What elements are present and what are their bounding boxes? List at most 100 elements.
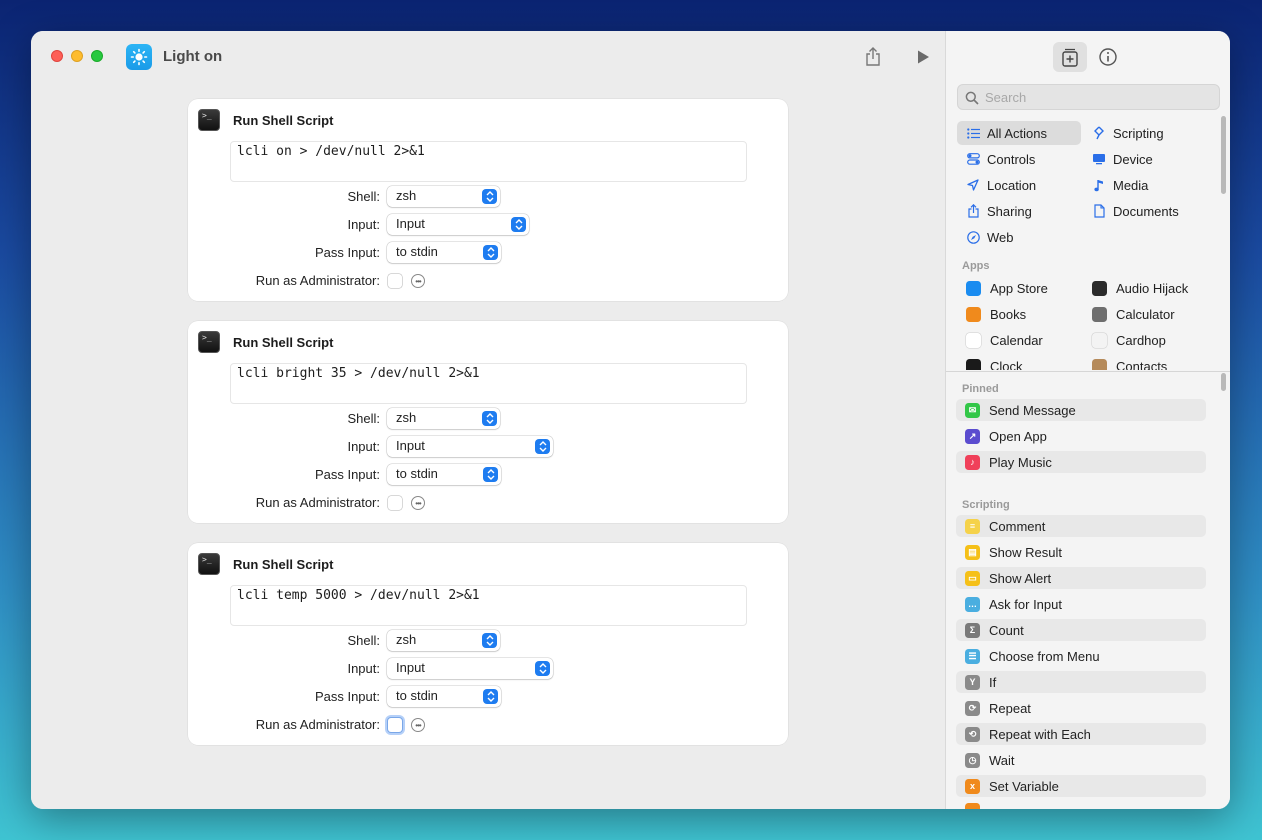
repeat-icon: ⟳ — [965, 700, 980, 716]
run-as-admin-checkbox[interactable] — [388, 718, 402, 732]
action-send-message[interactable]: ✉ Send Message — [956, 399, 1206, 421]
add-action-tab-icon[interactable] — [1053, 42, 1087, 72]
compass-icon — [966, 230, 980, 244]
actions-overflow-clip — [956, 801, 1206, 809]
app-item[interactable]: Cardhop — [1083, 328, 1207, 352]
terminal-icon: >_ — [198, 553, 220, 575]
shortcut-title[interactable]: Light on — [163, 48, 222, 65]
run-as-admin-label: Run as Administrator: — [255, 495, 380, 510]
category-media[interactable]: Media — [1083, 173, 1207, 197]
action-if[interactable]: Y If — [956, 671, 1206, 693]
category-web[interactable]: Web — [957, 225, 1081, 249]
category-controls[interactable]: Controls — [957, 147, 1081, 171]
action-ask-for-input[interactable]: … Ask for Input — [956, 593, 1206, 615]
app-item[interactable]: App Store — [957, 276, 1081, 300]
pinned-header: Pinned — [962, 383, 999, 395]
ellipsis-icon[interactable]: ••• — [411, 274, 425, 288]
info-icon[interactable] — [1091, 42, 1125, 72]
script-editor[interactable]: lcli temp 5000 > /dev/null 2>&1 — [230, 585, 747, 626]
action-set-variable[interactable]: x Set Variable — [956, 775, 1206, 797]
category-all-actions[interactable]: All Actions — [957, 121, 1081, 145]
action-show-alert[interactable]: ▭ Show Alert — [956, 567, 1206, 589]
share-icon[interactable] — [861, 45, 885, 69]
app-item[interactable]: Calculator — [1083, 302, 1207, 326]
action-play-music[interactable]: ♪ Play Music — [956, 451, 1206, 473]
app-item[interactable]: Calendar — [957, 328, 1081, 352]
calculator-icon — [1092, 306, 1107, 322]
shell-value: zsh — [396, 632, 417, 647]
action-repeat-with-each[interactable]: ⟲ Repeat with Each — [956, 723, 1206, 745]
actions-scrollbar[interactable] — [1221, 373, 1226, 391]
app-item[interactable]: Books — [957, 302, 1081, 326]
pass-input-popup[interactable]: to stdin — [387, 464, 501, 485]
action-title: Run Shell Script — [233, 335, 334, 350]
open-app-icon: ↗ — [965, 428, 980, 444]
zoom-window-button[interactable] — [91, 50, 103, 62]
ellipsis-icon[interactable]: ••• — [411, 496, 425, 510]
play-icon[interactable] — [911, 45, 935, 69]
shell-popup[interactable]: zsh — [387, 408, 500, 429]
action-card-run-shell-script[interactable]: >_ Run Shell Script lcli on > /dev/null … — [188, 99, 788, 301]
calendar-icon — [966, 332, 981, 348]
action-show-result[interactable]: ▤ Show Result — [956, 541, 1206, 563]
input-popup[interactable]: Input — [387, 658, 553, 679]
category-sharing[interactable]: Sharing — [957, 199, 1081, 223]
pass-input-popup[interactable]: to stdin — [387, 686, 501, 707]
sidebar-divider — [946, 371, 1230, 372]
action-open-app[interactable]: ↗ Open App — [956, 425, 1206, 447]
input-value: Input — [396, 216, 425, 231]
input-value: Input — [396, 438, 425, 453]
search-field[interactable]: Search — [957, 84, 1220, 110]
variable-icon — [965, 803, 980, 809]
timer-icon: ◷ — [965, 752, 980, 768]
category-device[interactable]: Device — [1083, 147, 1207, 171]
category-scripting[interactable]: Scripting — [1083, 121, 1207, 145]
chevron-updown-icon — [511, 217, 526, 232]
script-editor[interactable]: lcli on > /dev/null 2>&1 — [230, 141, 747, 182]
pass-input-label: Pass Input: — [314, 689, 380, 704]
pass-input-popup[interactable]: to stdin — [387, 242, 501, 263]
app-item[interactable]: Contacts — [1083, 354, 1207, 370]
category-location[interactable]: Location — [957, 173, 1081, 197]
pass-input-label: Pass Input: — [314, 467, 380, 482]
action-choose-from-menu[interactable]: ☰ Choose from Menu — [956, 645, 1206, 667]
shell-label: Shell: — [347, 411, 380, 426]
ellipsis-icon[interactable]: ••• — [411, 718, 425, 732]
script-editor[interactable]: lcli bright 35 > /dev/null 2>&1 — [230, 363, 747, 404]
action-card-run-shell-script[interactable]: >_ Run Shell Script lcli bright 35 > /de… — [188, 321, 788, 523]
comment-icon: ≡ — [965, 518, 980, 534]
alert-icon: ▭ — [965, 570, 980, 586]
action-comment[interactable]: ≡ Comment — [956, 515, 1206, 537]
terminal-icon: >_ — [198, 109, 220, 131]
run-as-admin-checkbox[interactable] — [388, 274, 402, 288]
app-item[interactable]: Audio Hijack — [1083, 276, 1207, 300]
action-library-sidebar: Search All Actions Scripting Controls De… — [945, 31, 1230, 809]
action-card-run-shell-script[interactable]: >_ Run Shell Script lcli temp 5000 > /de… — [188, 543, 788, 745]
apps-header: Apps — [962, 260, 990, 272]
shell-popup[interactable]: zsh — [387, 630, 500, 651]
minimize-window-button[interactable] — [71, 50, 83, 62]
sun-icon[interactable] — [126, 44, 152, 70]
app-item[interactable]: Clock — [957, 354, 1081, 370]
shell-label: Shell: — [347, 633, 380, 648]
device-icon — [1092, 152, 1106, 166]
shell-popup[interactable]: zsh — [387, 186, 500, 207]
action-wait[interactable]: ◷ Wait — [956, 749, 1206, 771]
pass-input-label: Pass Input: — [314, 245, 380, 260]
action-repeat[interactable]: ⟳ Repeat — [956, 697, 1206, 719]
share-icon — [966, 204, 980, 218]
action-count[interactable]: Σ Count — [956, 619, 1206, 641]
pass-input-value: to stdin — [396, 688, 438, 703]
categories-scrollbar[interactable] — [1221, 116, 1226, 194]
category-documents[interactable]: Documents — [1083, 199, 1207, 223]
message-icon: ✉ — [965, 402, 980, 418]
run-as-admin-checkbox[interactable] — [388, 496, 402, 510]
ask-input-icon: … — [965, 596, 980, 612]
input-popup[interactable]: Input — [387, 436, 553, 457]
list-icon — [966, 126, 980, 140]
pass-input-value: to stdin — [396, 466, 438, 481]
run-as-admin-label: Run as Administrator: — [255, 717, 380, 732]
input-popup[interactable]: Input — [387, 214, 529, 235]
close-window-button[interactable] — [51, 50, 63, 62]
apps-overflow-clip: Clock Contacts — [946, 354, 1221, 370]
